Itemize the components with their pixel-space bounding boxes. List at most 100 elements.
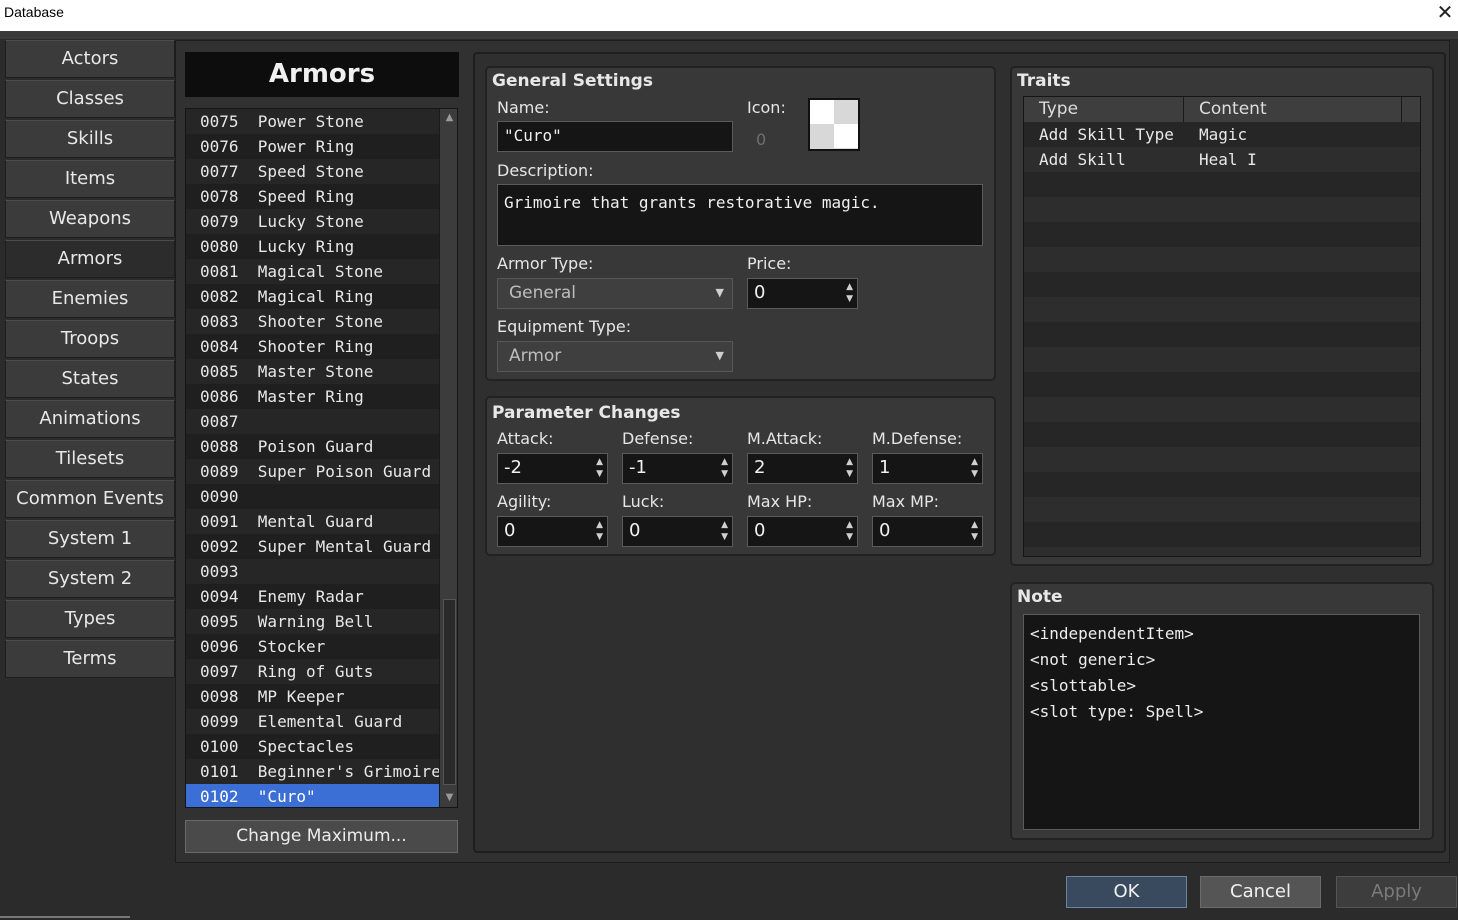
table-row[interactable] (1024, 322, 1420, 347)
table-row[interactable] (1024, 372, 1420, 397)
increment-icon[interactable]: ▲ (846, 520, 853, 530)
m-defense-stepper[interactable]: 1 ▲ ▼ (872, 453, 983, 484)
max-hp-stepper[interactable]: 0 ▲ ▼ (747, 516, 858, 547)
price-stepper[interactable]: 0 ▲ ▼ (747, 278, 858, 309)
category-button-animations[interactable]: Animations (5, 400, 175, 438)
decrement-icon[interactable]: ▼ (721, 532, 728, 542)
table-row[interactable] (1024, 247, 1420, 272)
list-item[interactable]: 0097 Ring of Guts (186, 659, 439, 684)
table-row[interactable] (1024, 497, 1420, 522)
description-field[interactable]: Grimoire that grants restorative magic. (497, 184, 983, 246)
note-field[interactable]: <independentItem> <not generic> <slottable… (1023, 614, 1420, 830)
max-mp-stepper[interactable]: 0 ▲ ▼ (872, 516, 983, 547)
decrement-icon[interactable]: ▼ (971, 469, 978, 479)
table-row[interactable] (1024, 472, 1420, 497)
table-row[interactable] (1024, 297, 1420, 322)
increment-icon[interactable]: ▲ (596, 457, 603, 467)
list-item[interactable]: 0094 Enemy Radar (186, 584, 439, 609)
table-row[interactable] (1024, 547, 1420, 556)
list-item[interactable]: 0082 Magical Ring (186, 284, 439, 309)
icon-picker[interactable] (808, 98, 860, 151)
category-button-system-2[interactable]: System 2 (5, 560, 175, 598)
column-header-content[interactable]: Content (1184, 97, 1402, 122)
list-scrollbar[interactable]: ▲ ▼ (439, 109, 457, 807)
scroll-up-icon[interactable]: ▲ (440, 109, 457, 127)
category-button-states[interactable]: States (5, 360, 175, 398)
decrement-icon[interactable]: ▼ (846, 469, 853, 479)
list-item[interactable]: 0077 Speed Stone (186, 159, 439, 184)
category-button-enemies[interactable]: Enemies (5, 280, 175, 318)
decrement-icon[interactable]: ▼ (596, 532, 603, 542)
decrement-icon[interactable]: ▼ (596, 469, 603, 479)
list-item[interactable]: 0093 (186, 559, 439, 584)
list-item[interactable]: 0100 Spectacles (186, 734, 439, 759)
decrement-icon[interactable]: ▼ (721, 469, 728, 479)
increment-icon[interactable]: ▲ (971, 457, 978, 467)
list-item[interactable]: 0098 MP Keeper (186, 684, 439, 709)
category-button-classes[interactable]: Classes (5, 80, 175, 118)
decrement-icon[interactable]: ▼ (846, 532, 853, 542)
table-row[interactable] (1024, 172, 1420, 197)
decrement-icon[interactable]: ▼ (846, 294, 853, 304)
close-icon[interactable]: ✕ (1434, 0, 1456, 25)
list-item[interactable]: 0084 Shooter Ring (186, 334, 439, 359)
list-item[interactable]: 0101 Beginner's Grimoire (186, 759, 441, 784)
list-item[interactable]: 0089 Super Poison Guard (186, 459, 439, 484)
list-item[interactable]: 0078 Speed Ring (186, 184, 439, 209)
category-button-types[interactable]: Types (5, 600, 175, 638)
category-button-items[interactable]: Items (5, 160, 175, 198)
increment-icon[interactable]: ▲ (721, 520, 728, 530)
list-item[interactable]: 0086 Master Ring (186, 384, 439, 409)
list-item[interactable]: 0080 Lucky Ring (186, 234, 439, 259)
ok-button[interactable]: OK (1066, 876, 1187, 908)
table-row[interactable] (1024, 222, 1420, 247)
table-row[interactable]: Add Skill Heal I (1024, 147, 1420, 172)
scroll-down-icon[interactable]: ▼ (440, 789, 457, 807)
defense-stepper[interactable]: -1 ▲ ▼ (622, 453, 733, 484)
list-item[interactable]: 0076 Power Ring (186, 134, 439, 159)
list-item[interactable]: 0099 Elemental Guard (186, 709, 439, 734)
list-item[interactable]: 0085 Master Stone (186, 359, 439, 384)
equipment-type-select[interactable]: Armor ▼ (497, 341, 733, 372)
increment-icon[interactable]: ▲ (971, 520, 978, 530)
decrement-icon[interactable]: ▼ (971, 532, 978, 542)
category-button-common-events[interactable]: Common Events (5, 480, 175, 518)
increment-icon[interactable]: ▲ (721, 457, 728, 467)
name-field[interactable]: "Curo" (497, 121, 733, 152)
category-button-skills[interactable]: Skills (5, 120, 175, 158)
list-item[interactable]: 0079 Lucky Stone (186, 209, 439, 234)
list-item[interactable]: 0081 Magical Stone (186, 259, 439, 284)
luck-stepper[interactable]: 0 ▲ ▼ (622, 516, 733, 547)
table-row[interactable] (1024, 447, 1420, 472)
list-item[interactable]: 0091 Mental Guard (186, 509, 439, 534)
increment-icon[interactable]: ▲ (596, 520, 603, 530)
change-maximum-button[interactable]: Change Maximum... (185, 820, 458, 853)
list-item[interactable]: 0087 (186, 409, 439, 434)
increment-icon[interactable]: ▲ (846, 457, 853, 467)
list-item[interactable]: 0092 Super Mental Guard (186, 534, 439, 559)
list-item[interactable]: 0102 "Curo" (186, 784, 439, 807)
category-button-troops[interactable]: Troops (5, 320, 175, 358)
table-row[interactable]: Add Skill Type Magic (1024, 122, 1420, 147)
table-row[interactable] (1024, 197, 1420, 222)
table-row[interactable] (1024, 347, 1420, 372)
category-button-actors[interactable]: Actors (5, 40, 175, 78)
category-button-system-1[interactable]: System 1 (5, 520, 175, 558)
category-button-weapons[interactable]: Weapons (5, 200, 175, 238)
list-item[interactable]: 0075 Power Stone (186, 109, 439, 134)
cancel-button[interactable]: Cancel (1200, 876, 1321, 908)
table-row[interactable] (1024, 422, 1420, 447)
scroll-thumb[interactable] (443, 599, 456, 785)
armor-type-select[interactable]: General ▼ (497, 278, 733, 309)
list-item[interactable]: 0090 (186, 484, 439, 509)
agility-stepper[interactable]: 0 ▲ ▼ (497, 516, 608, 547)
increment-icon[interactable]: ▲ (846, 282, 853, 292)
m-attack-stepper[interactable]: 2 ▲ ▼ (747, 453, 858, 484)
traits-table[interactable]: Add Skill Type Magic Add Skill Heal I Type … (1023, 96, 1421, 557)
list-item[interactable]: 0095 Warning Bell (186, 609, 439, 634)
table-row[interactable] (1024, 272, 1420, 297)
table-row[interactable] (1024, 522, 1420, 547)
category-button-armors[interactable]: Armors (5, 240, 175, 278)
category-button-terms[interactable]: Terms (5, 640, 175, 678)
category-button-tilesets[interactable]: Tilesets (5, 440, 175, 478)
